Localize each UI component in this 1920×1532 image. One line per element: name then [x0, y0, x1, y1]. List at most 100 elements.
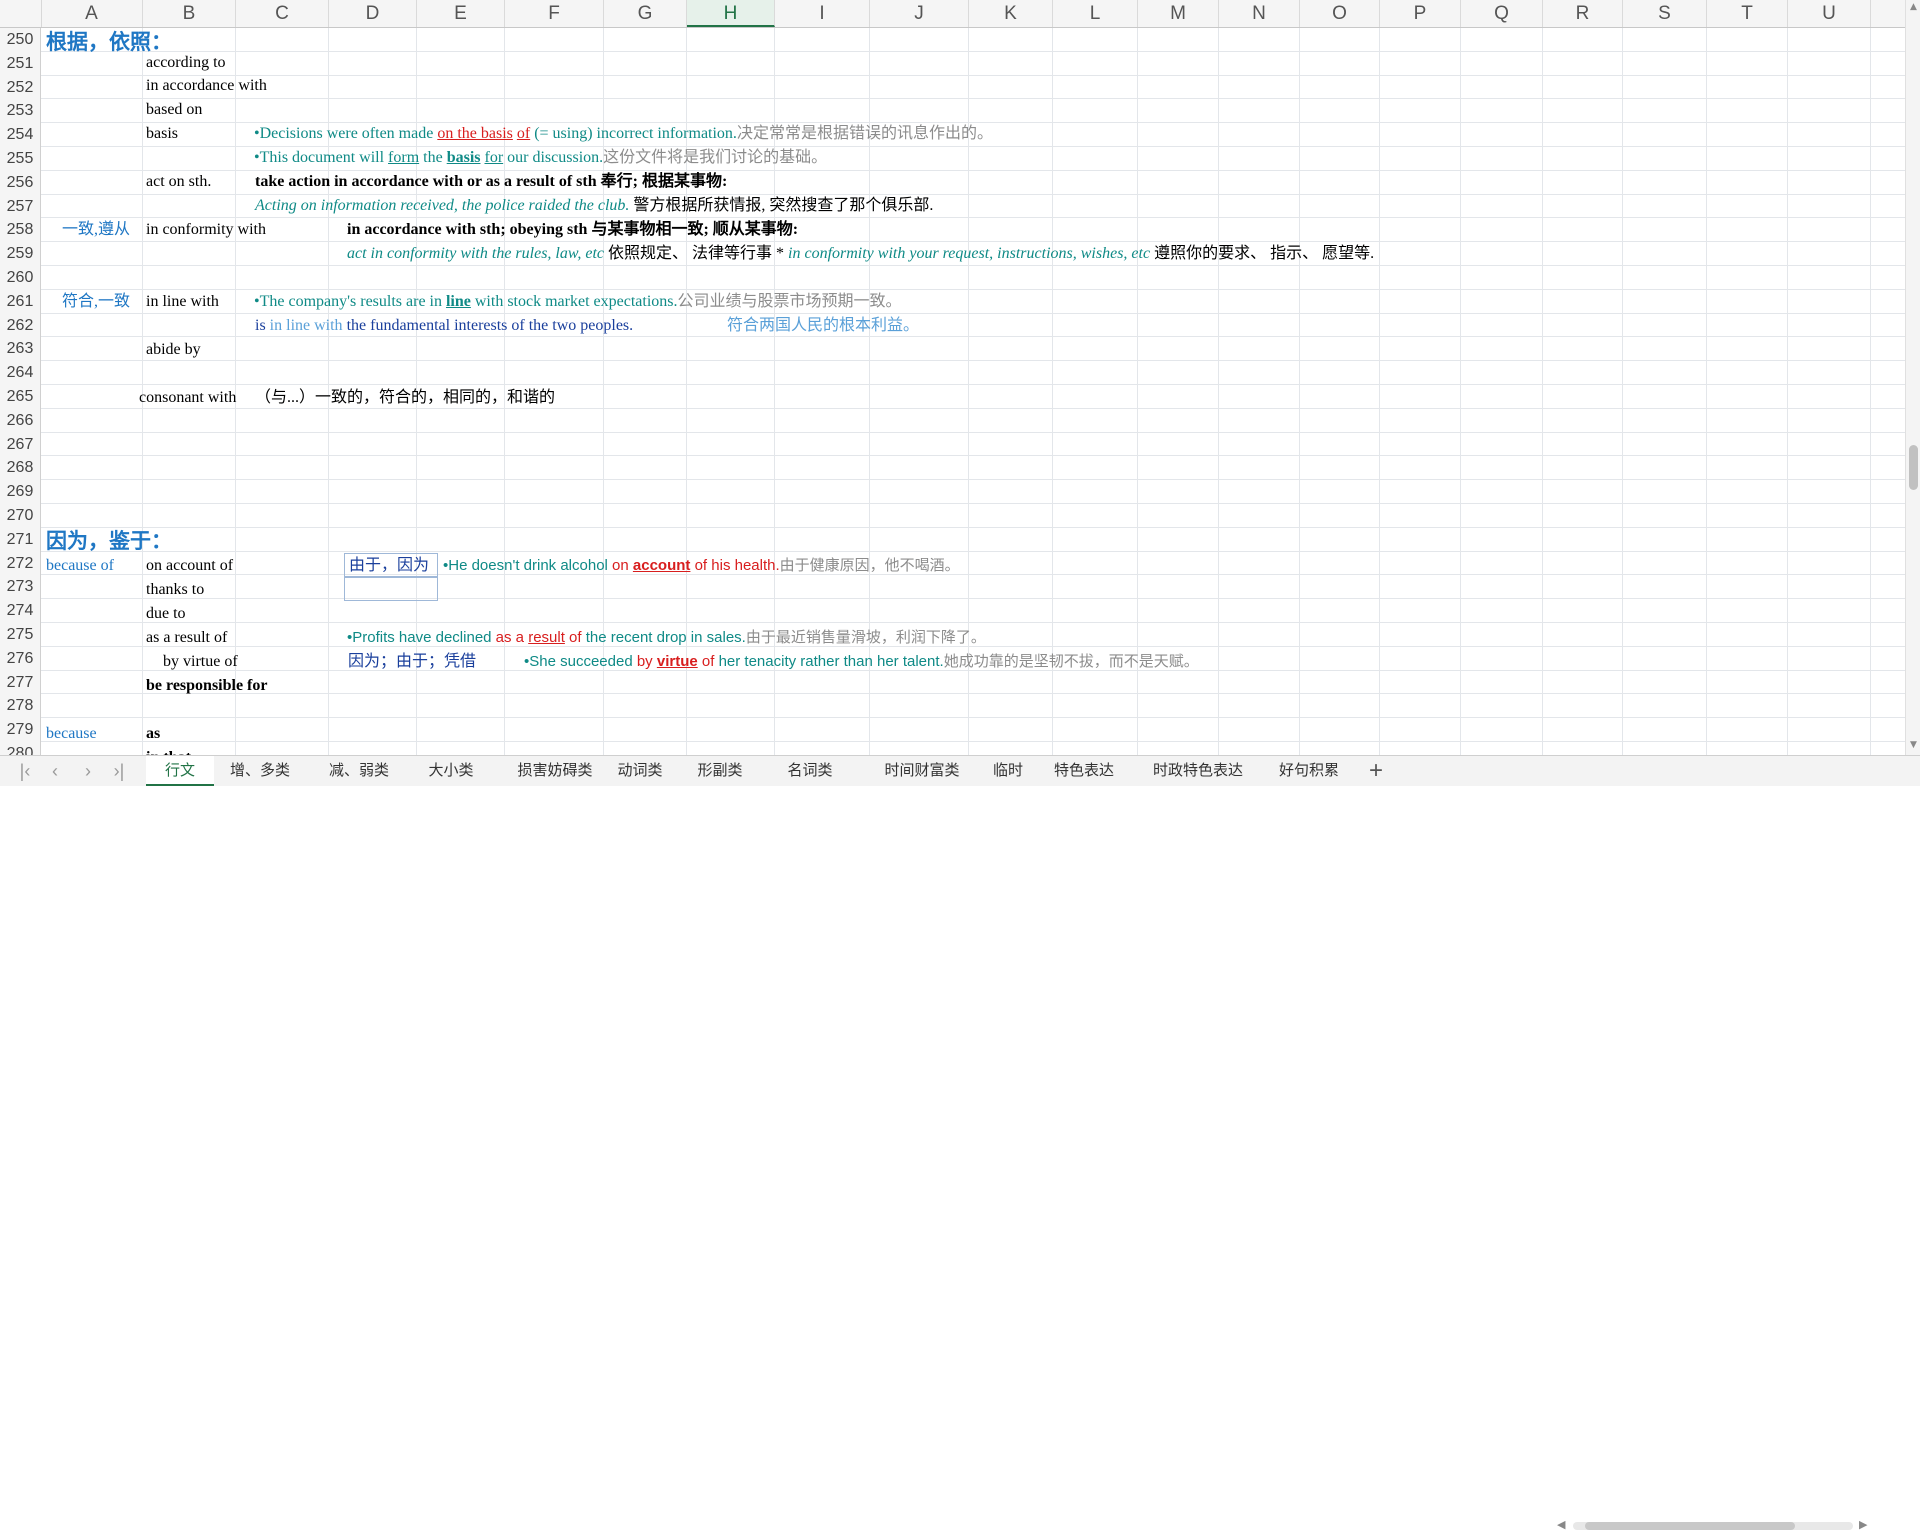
- cell-b274[interactable]: due to: [146, 602, 186, 625]
- row-header[interactable]: 266: [0, 409, 41, 433]
- cell-b258[interactable]: in conformity with: [146, 218, 266, 241]
- cell-d276[interactable]: 因为；由于；凭借: [348, 650, 476, 673]
- row-header[interactable]: 270: [0, 504, 41, 528]
- cell-b261[interactable]: in line with: [146, 290, 219, 313]
- last-sheet-icon[interactable]: ›|: [106, 756, 132, 786]
- vertical-scrollbar[interactable]: ▲ ▼: [1905, 0, 1920, 755]
- first-sheet-icon[interactable]: |‹: [12, 756, 38, 786]
- row-header[interactable]: 272: [0, 552, 41, 576]
- column-header-j[interactable]: J: [870, 0, 969, 27]
- cell-d273[interactable]: [344, 577, 438, 601]
- row-header[interactable]: 254: [0, 123, 41, 147]
- scroll-left-icon[interactable]: ◀: [1557, 1518, 1565, 1531]
- sheet-tab[interactable]: 行文: [146, 756, 214, 786]
- column-header-n[interactable]: N: [1219, 0, 1300, 27]
- row-header[interactable]: 252: [0, 76, 41, 100]
- cell-b254[interactable]: basis: [146, 122, 178, 145]
- prev-sheet-icon[interactable]: ‹: [42, 756, 68, 786]
- column-header-c[interactable]: C: [236, 0, 329, 27]
- add-sheet-icon[interactable]: +: [1363, 756, 1389, 786]
- sheet-tab[interactable]: 增、多类: [214, 756, 306, 786]
- next-sheet-icon[interactable]: ›: [75, 756, 101, 786]
- row-header[interactable]: 273: [0, 575, 41, 599]
- cell-b280[interactable]: in that: [146, 746, 191, 755]
- row-header[interactable]: 280: [0, 742, 41, 755]
- row-header[interactable]: 276: [0, 647, 41, 671]
- cell-d259[interactable]: act in conformity with the rules, law, e…: [347, 242, 1374, 265]
- row-header[interactable]: 277: [0, 671, 41, 695]
- scroll-down-icon[interactable]: ▼: [1906, 740, 1920, 750]
- sheet-tab[interactable]: 好句积累: [1270, 756, 1348, 786]
- column-header-q[interactable]: Q: [1461, 0, 1543, 27]
- cell-b275[interactable]: as a result of: [146, 626, 227, 649]
- sheet-tab[interactable]: 时政特色表达: [1136, 756, 1260, 786]
- column-header-m[interactable]: M: [1138, 0, 1219, 27]
- column-header-b[interactable]: B: [143, 0, 236, 27]
- column-header-k[interactable]: K: [969, 0, 1053, 27]
- horizontal-scrollbar[interactable]: ◀ ▶: [1555, 1518, 1875, 1532]
- cell-a271[interactable]: 因为，鉴于：: [46, 529, 172, 555]
- cell-a272[interactable]: because of: [46, 554, 114, 577]
- column-header-t[interactable]: T: [1707, 0, 1788, 27]
- sheet-tab[interactable]: 特色表达: [1040, 756, 1128, 786]
- cell-c265[interactable]: （与...）一致的，符合的，相同的，和谐的: [255, 386, 555, 409]
- row-header[interactable]: 253: [0, 99, 41, 123]
- cell-d258[interactable]: in accordance with sth; obeying sth 与某事物…: [347, 218, 798, 241]
- sheet-tab[interactable]: 时间财富类: [866, 756, 978, 786]
- cell-b256[interactable]: act on sth.: [146, 170, 211, 193]
- cell-b251[interactable]: according to: [146, 51, 226, 74]
- cell-c261[interactable]: •The company's results are in line with …: [254, 290, 902, 313]
- column-header-a[interactable]: A: [41, 0, 143, 27]
- column-header-s[interactable]: S: [1623, 0, 1707, 27]
- cell-b273[interactable]: thanks to: [146, 578, 204, 601]
- row-header[interactable]: 267: [0, 433, 41, 457]
- row-header[interactable]: 260: [0, 266, 41, 290]
- row-header[interactable]: 275: [0, 623, 41, 647]
- sheet-tab[interactable]: 临时: [982, 756, 1034, 786]
- row-header[interactable]: 271: [0, 528, 41, 552]
- sheet-tab[interactable]: 形副类: [683, 756, 757, 786]
- row-header[interactable]: 265: [0, 385, 41, 409]
- column-header-o[interactable]: O: [1300, 0, 1380, 27]
- cell-b277[interactable]: be responsible for: [146, 674, 267, 697]
- cell-d272[interactable]: 由于，因为: [344, 553, 438, 577]
- column-header-p[interactable]: P: [1380, 0, 1461, 27]
- sheet-tab[interactable]: 名词类: [765, 756, 855, 786]
- row-header[interactable]: 279: [0, 718, 41, 742]
- row-header[interactable]: 255: [0, 147, 41, 171]
- scroll-up-icon[interactable]: ▲: [1906, 2, 1920, 12]
- cell-c257[interactable]: Acting on information received, the poli…: [255, 194, 933, 217]
- row-header[interactable]: 263: [0, 337, 41, 361]
- row-header[interactable]: 251: [0, 52, 41, 76]
- sheet-tab[interactable]: 动词类: [604, 756, 676, 786]
- column-header-l[interactable]: L: [1053, 0, 1138, 27]
- column-header-r[interactable]: R: [1543, 0, 1623, 27]
- column-header-u[interactable]: U: [1788, 0, 1871, 27]
- row-header[interactable]: 268: [0, 456, 41, 480]
- select-all-corner[interactable]: [0, 0, 42, 27]
- cell-e276[interactable]: •She succeeded by virtue of her tenacity…: [524, 650, 1199, 673]
- column-header-i[interactable]: I: [775, 0, 870, 27]
- row-header[interactable]: 257: [0, 195, 41, 219]
- cell-b279[interactable]: as: [146, 722, 160, 745]
- sheet-tab[interactable]: 大小类: [412, 756, 490, 786]
- row-header[interactable]: 250: [0, 28, 41, 52]
- cell-c254[interactable]: •Decisions were often made on the basis …: [254, 122, 993, 145]
- row-header[interactable]: 261: [0, 290, 41, 314]
- cell-b272[interactable]: on account of: [146, 554, 233, 577]
- horizontal-scroll-thumb[interactable]: [1585, 1522, 1795, 1530]
- column-header-h[interactable]: H: [687, 0, 775, 27]
- row-header[interactable]: 278: [0, 694, 41, 718]
- cell-b252[interactable]: in accordance with: [146, 74, 267, 97]
- row-header[interactable]: 259: [0, 242, 41, 266]
- cell-a258[interactable]: 一致,遵从: [62, 218, 130, 241]
- row-header[interactable]: 264: [0, 361, 41, 385]
- cell-b263[interactable]: abide by: [146, 338, 201, 361]
- row-header[interactable]: 262: [0, 314, 41, 338]
- row-header[interactable]: 256: [0, 171, 41, 195]
- cell-c256[interactable]: take action in accordance with or as a r…: [255, 170, 727, 193]
- row-header[interactable]: 274: [0, 599, 41, 623]
- cell-e272[interactable]: •He doesn't drink alcohol on account of …: [443, 554, 960, 577]
- cell-c262[interactable]: is in line with the fundamental interest…: [255, 314, 633, 337]
- sheet-tab[interactable]: 损害妨碍类: [500, 756, 610, 786]
